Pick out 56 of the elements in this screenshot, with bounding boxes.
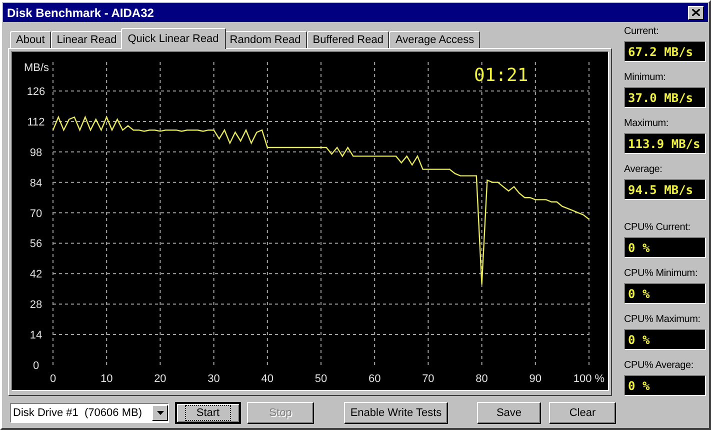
stat-label: Average: bbox=[624, 163, 664, 177]
x-tick-label: 0 bbox=[50, 372, 56, 385]
y-tick-label: 126 bbox=[26, 86, 46, 98]
y-tick-label: 0 bbox=[32, 360, 40, 372]
x-tick-label: 100 % bbox=[573, 372, 605, 385]
stat-value: 67.2 MB/s bbox=[624, 41, 706, 62]
stat-value: 0 % bbox=[624, 375, 706, 396]
y-tick-label: 98 bbox=[30, 146, 42, 159]
tab[interactable]: Average Access bbox=[389, 30, 480, 49]
stat-label: Current: bbox=[624, 25, 660, 39]
push-button[interactable]: Clear bbox=[549, 402, 616, 424]
close-icon bbox=[692, 9, 700, 16]
stat-label: CPU% Maximum: bbox=[624, 313, 702, 327]
close-button[interactable] bbox=[688, 6, 704, 20]
stat-value: 0 % bbox=[624, 237, 706, 258]
caret-icon bbox=[156, 411, 164, 416]
stat-label: CPU% Current: bbox=[624, 221, 692, 235]
tab[interactable]: Buffered Read bbox=[306, 30, 390, 49]
x-tick-label: 20 bbox=[154, 372, 166, 385]
y-tick-label: 56 bbox=[30, 238, 42, 250]
tab[interactable]: Linear Read bbox=[50, 30, 123, 49]
timer-text: 01:21 bbox=[474, 64, 528, 88]
y-tick-label: 14 bbox=[30, 329, 42, 342]
drive-dropdown[interactable]: Disk Drive #1 (70606 MB) bbox=[10, 403, 169, 424]
dropdown-arrow-button[interactable] bbox=[152, 405, 168, 422]
dropdown-value: Disk Drive #1 (70606 MB) bbox=[12, 406, 142, 421]
stat-label: Maximum: bbox=[624, 117, 670, 131]
push-button[interactable]: Enable Write Tests bbox=[344, 402, 448, 424]
stat-value: 37.0 MB/s bbox=[624, 87, 706, 108]
stat-label: CPU% Minimum: bbox=[624, 267, 699, 281]
stat-label: Minimum: bbox=[624, 71, 667, 85]
stat-value: 0 % bbox=[624, 283, 706, 304]
tab[interactable]: About bbox=[10, 30, 51, 49]
y-axis-title: MB/s bbox=[24, 62, 50, 74]
x-tick-label: 10 bbox=[100, 372, 113, 385]
push-button[interactable]: Start bbox=[175, 402, 241, 424]
y-tick-label: 42 bbox=[30, 268, 42, 280]
y-tick-label: 28 bbox=[30, 298, 42, 311]
x-tick-label: 70 bbox=[422, 372, 434, 385]
x-tick-label: 90 bbox=[529, 372, 542, 385]
push-button[interactable]: Save bbox=[477, 402, 541, 424]
window-title: Disk Benchmark - AIDA32 bbox=[7, 4, 154, 22]
stat-value: 113.9 MB/s bbox=[624, 133, 706, 154]
stat-value: 0 % bbox=[624, 329, 706, 350]
stat-value: 94.5 MB/s bbox=[624, 179, 706, 200]
y-tick-label: 70 bbox=[30, 208, 42, 220]
tab[interactable]: Quick Linear Read bbox=[120, 28, 226, 49]
x-tick-label: 80 bbox=[476, 372, 488, 385]
x-tick-label: 40 bbox=[261, 372, 274, 385]
y-tick-label: 84 bbox=[30, 177, 42, 190]
x-tick-label: 60 bbox=[368, 372, 381, 385]
stat-label: CPU% Average: bbox=[624, 359, 694, 373]
x-tick-label: 30 bbox=[208, 372, 220, 385]
tab[interactable]: Random Read bbox=[224, 30, 307, 49]
y-tick-label: 112 bbox=[27, 116, 45, 128]
x-tick-label: 50 bbox=[314, 372, 328, 385]
